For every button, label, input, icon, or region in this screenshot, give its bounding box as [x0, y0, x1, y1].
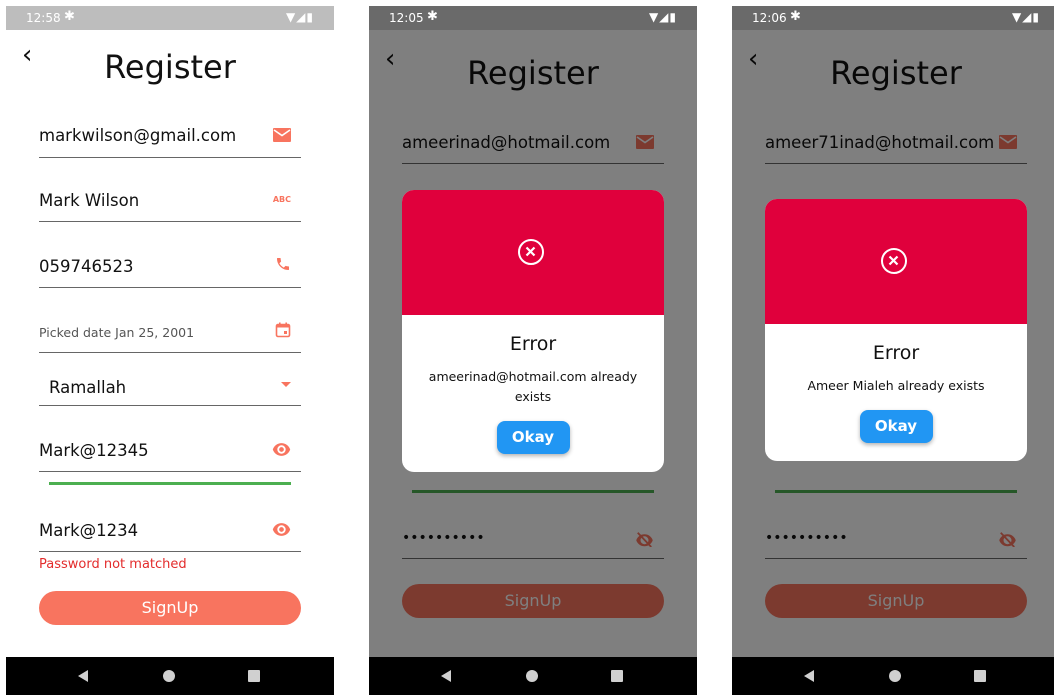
settings-gear-icon: ✱: [64, 9, 75, 24]
system-nav-bar: [732, 657, 1054, 695]
nav-back-icon[interactable]: [78, 670, 88, 682]
settings-gear-icon: ✱: [427, 9, 438, 24]
dialog-message: Ameer Mialeh already exists: [807, 378, 985, 393]
abc-icon: ABC: [272, 195, 291, 204]
system-nav-bar: [6, 657, 334, 695]
status-time: 12:05: [389, 11, 424, 25]
nav-home-icon[interactable]: [163, 670, 175, 682]
page-title: Register: [104, 48, 236, 86]
status-bar: 12:06 ✱ ▼◢▮: [732, 6, 1054, 30]
signal-battery-icon: ▼◢▮: [1011, 10, 1040, 24]
password-strength-bar: [49, 482, 291, 485]
status-time: 12:06: [752, 11, 787, 25]
nav-back-icon[interactable]: [804, 670, 814, 682]
city-dropdown[interactable]: Ramallah: [39, 372, 301, 406]
confirm-password-value: Mark@1234: [39, 521, 139, 540]
city-value: Ramallah: [49, 378, 127, 397]
date-picker-field[interactable]: Picked date Jan 25, 2001: [39, 318, 301, 353]
confirm-password-field[interactable]: Mark@1234: [39, 517, 301, 552]
dialog-header: [765, 199, 1027, 324]
dialog-message: ameerinad@hotmail.com already exists: [428, 369, 638, 404]
status-time: 12:58: [26, 11, 61, 25]
okay-button[interactable]: Okay: [496, 421, 570, 454]
dialog-header: [402, 190, 664, 315]
password-field[interactable]: Mark@12345: [39, 436, 301, 472]
password-value: Mark@12345: [39, 441, 149, 460]
system-nav-bar: [369, 657, 697, 695]
signal-battery-icon: ▼◢▮: [285, 10, 314, 24]
phone-icon: [277, 258, 289, 270]
eye-icon[interactable]: [272, 443, 291, 456]
nav-home-icon[interactable]: [526, 670, 538, 682]
calendar-icon: [275, 322, 291, 338]
mail-icon: [273, 128, 291, 142]
status-bar: 12:58 ✱ ▼◢▮: [6, 6, 334, 30]
status-bar: 12:05 ✱ ▼◢▮: [369, 6, 697, 30]
error-dialog: Error ameerinad@hotmail.com already exis…: [402, 190, 664, 472]
phone-value: 059746523: [39, 257, 134, 276]
nav-recents-icon[interactable]: [248, 670, 260, 682]
dialog-title: Error: [509, 333, 557, 355]
error-dialog: Error Ameer Mialeh already exists Okay: [765, 199, 1027, 461]
nav-back-icon[interactable]: [441, 670, 451, 682]
name-field[interactable]: Mark Wilson ABC: [39, 187, 301, 222]
date-value: Picked date Jan 25, 2001: [39, 325, 195, 340]
signal-battery-icon: ▼◢▮: [648, 10, 677, 24]
email-field[interactable]: markwilson@gmail.com: [39, 122, 301, 158]
signup-button[interactable]: SignUp: [39, 591, 301, 625]
dialog-title: Error: [872, 342, 920, 364]
phone-screen-error-dialog: 12:06 ✱ ▼◢▮ ‹ Register ameer71inad@hotma…: [732, 6, 1054, 695]
phone-screen-error-dialog: 12:05 ✱ ▼◢▮ ‹ Register ameerinad@hotmail…: [369, 6, 697, 695]
okay-button[interactable]: Okay: [859, 410, 933, 443]
nav-recents-icon[interactable]: [974, 670, 986, 682]
error-x-circle-icon: [518, 239, 544, 265]
phone-screen-register: 12:58 ✱ ▼◢▮ ‹ Register markwilson@gmail.…: [6, 6, 334, 695]
dropdown-arrow-icon: [281, 382, 291, 387]
nav-home-icon[interactable]: [889, 670, 901, 682]
eye-icon[interactable]: [272, 523, 291, 536]
email-value: markwilson@gmail.com: [39, 126, 237, 145]
phone-field[interactable]: 059746523: [39, 252, 301, 288]
password-error-text: Password not matched: [39, 557, 187, 572]
nav-recents-icon[interactable]: [611, 670, 623, 682]
error-x-circle-icon: [881, 248, 907, 274]
name-value: Mark Wilson: [39, 191, 140, 210]
settings-gear-icon: ✱: [790, 9, 801, 24]
